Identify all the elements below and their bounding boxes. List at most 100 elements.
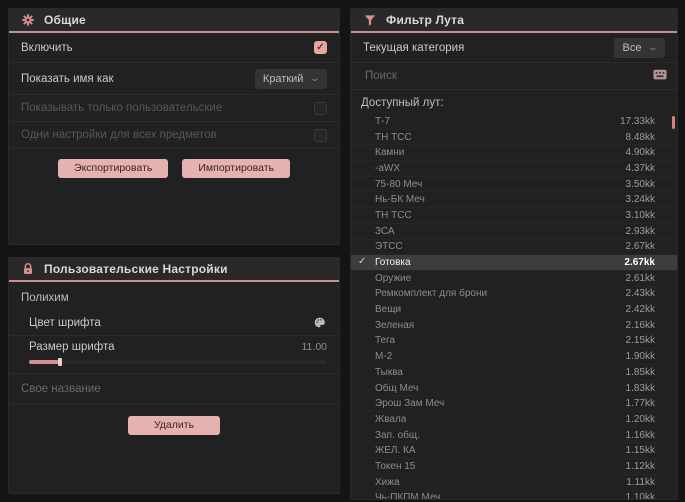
loot-item-name: М-2: [375, 351, 393, 363]
loot-list-item[interactable]: Т-7 17.33kk: [351, 114, 677, 130]
loot-list: Т-7 17.33kk ТН ТСС 8.48kk Камни 4.90kk -aWX 4.3…: [351, 114, 677, 500]
loot-item-name: Т-7: [375, 115, 390, 127]
delete-button[interactable]: Удалить: [127, 416, 221, 435]
loot-item-price: 1.12kk: [625, 460, 655, 472]
loot-item-price: 1.11kk: [626, 476, 655, 488]
search-input[interactable]: [365, 70, 653, 82]
font-size-value: 11.00: [301, 341, 328, 353]
custom-name-input[interactable]: [21, 382, 327, 395]
chevron-down-icon: ⌄: [309, 73, 321, 83]
font-color-row: Цвет шрифта: [9, 310, 339, 336]
loot-item-price: 3.10kk: [625, 209, 655, 221]
loot-item-price: 17.33kk: [619, 115, 655, 127]
loot-list-item[interactable]: ЗСА 2.93kk: [351, 224, 677, 240]
loot-filter-panel-title: Фильтр Лута: [386, 13, 465, 27]
loot-list-item[interactable]: Зеленая 2.16kk: [351, 318, 677, 334]
loot-list-item[interactable]: Зап. общ. 1.16kk: [351, 428, 677, 444]
loot-list-item[interactable]: Тега 2.15kk: [351, 334, 677, 350]
loot-filter-panel-header: Фильтр Лута: [351, 9, 677, 33]
loot-item-name: Оружие: [375, 272, 412, 284]
loot-item-name: Общ Меч: [375, 382, 419, 394]
loot-list-item[interactable]: М-2 1.90kk: [351, 349, 677, 365]
loot-item-name: ЭТСС: [375, 241, 403, 253]
same-settings-label: Одни настройки для всех предметов: [21, 129, 217, 141]
loot-list-item[interactable]: Вещи 2.42kk: [351, 302, 677, 318]
loot-list-item[interactable]: 75-80 Меч 3.50kk: [351, 177, 677, 193]
display-name-dropdown[interactable]: Краткий ⌄: [254, 68, 327, 89]
loot-list-item[interactable]: Чь-ПКПМ Меч 1.10kk: [351, 491, 677, 500]
keyboard-icon[interactable]: [653, 69, 667, 83]
slider-track: [29, 360, 327, 364]
user-settings-panel-title: Пользовательские Настройки: [44, 262, 228, 276]
loot-item-price: 2.43kk: [625, 288, 655, 300]
display-name-row: Показать имя как Краткий ⌄: [9, 63, 339, 95]
loot-item-price: 1.16kk: [625, 429, 655, 441]
loot-item-name: Токен 15: [375, 460, 416, 472]
loot-list-item[interactable]: ТН ТСС 3.10kk: [351, 208, 677, 224]
loot-item-name: ТН ТСС: [375, 131, 412, 143]
general-buttons-row: Экспортировать Импортировать: [9, 149, 339, 178]
category-dropdown[interactable]: Все ⌄: [614, 37, 665, 58]
lock-icon: [21, 262, 35, 276]
loot-list-item[interactable]: ЭТСС 2.67kk: [351, 240, 677, 256]
display-name-label: Показать имя как: [21, 72, 114, 85]
loot-item-price: 1.83kk: [625, 382, 655, 394]
selected-check-icon: ✓: [358, 256, 367, 268]
loot-item-price: 1.85kk: [625, 366, 655, 378]
loot-list-item[interactable]: Токен 15 1.12kk: [351, 459, 677, 475]
loot-list-item[interactable]: Оружие 2.61kk: [351, 271, 677, 287]
loot-list-item[interactable]: Хижа 1.11kk: [351, 475, 677, 491]
loot-item-name: Хижа: [375, 476, 400, 488]
palette-icon[interactable]: [313, 316, 327, 330]
loot-list-item[interactable]: ЖЕЛ. КА 1.15kk: [351, 443, 677, 460]
font-size-label: Размер шрифта: [29, 341, 115, 353]
font-size-slider[interactable]: [29, 358, 327, 366]
loot-item-name: ТН ТСС: [375, 209, 412, 221]
same-settings-checkbox[interactable]: [314, 128, 327, 142]
loot-list-item[interactable]: Эрош Зам Меч 1.77kk: [351, 396, 677, 413]
loot-item-price: 1.77kk: [625, 398, 655, 410]
loot-item-name: Ремкомплект для брони: [375, 288, 488, 300]
loot-list-item[interactable]: ТН ТСС 8.48kk: [351, 130, 677, 146]
slider-fill: [29, 360, 59, 364]
loot-list-item[interactable]: Жвала 1.20kk: [351, 412, 677, 428]
loot-filter-panel: Фильтр Лута Текущая категория Все ⌄ Дост…: [350, 8, 678, 500]
loot-item-price: 4.90kk: [625, 147, 655, 159]
loot-item-price: 2.61kk: [625, 272, 655, 284]
selected-item-name: Полихим: [21, 292, 69, 304]
loot-item-price: 2.42kk: [625, 304, 655, 316]
delete-button-wrap: Удалить: [9, 404, 339, 435]
available-loot-label: Доступный лут:: [361, 97, 444, 109]
loot-list-item[interactable]: Тыква 1.85kk: [351, 365, 677, 381]
font-color-label: Цвет шрифта: [29, 316, 101, 329]
loot-list-item[interactable]: ✓ Готовка 2.67kk: [351, 255, 677, 271]
category-row: Текущая категория Все ⌄: [351, 33, 677, 63]
only-custom-checkbox[interactable]: [314, 101, 327, 115]
loot-item-name: Тыква: [375, 366, 403, 378]
loot-list-item[interactable]: Камни 4.90kk: [351, 145, 677, 162]
enable-checkbox[interactable]: ✓: [314, 41, 327, 54]
loot-item-name: Тега: [375, 335, 396, 347]
export-button[interactable]: Экспортировать: [58, 159, 169, 178]
loot-item-price: 2.15kk: [625, 335, 655, 347]
loot-item-price: 3.24kk: [625, 194, 655, 206]
loot-list-item[interactable]: -aWX 4.37kk: [351, 161, 677, 177]
general-panel-header: Общие: [9, 9, 339, 33]
loot-item-price: 3.50kk: [625, 178, 655, 190]
slider-handle[interactable]: [58, 358, 62, 366]
loot-list-item[interactable]: Нь-БК Меч 3.24kk: [351, 192, 677, 209]
loot-item-price: 2.67kk: [624, 257, 655, 269]
funnel-icon: [363, 13, 377, 27]
loot-item-price: 8.48kk: [625, 131, 655, 143]
loot-item-name: Чь-ПКПМ Меч: [375, 492, 441, 500]
loot-item-name: Жвала: [375, 413, 407, 425]
category-label: Текущая категория: [363, 41, 465, 54]
loot-item-name: Вещи: [375, 304, 402, 316]
loot-item-price: 1.20kk: [625, 413, 655, 425]
custom-name-row: [9, 374, 339, 404]
loot-list-item[interactable]: Ремкомплект для брони 2.43kk: [351, 287, 677, 303]
loot-item-price: 4.37kk: [625, 162, 655, 174]
loot-list-item[interactable]: Общ Меч 1.83kk: [351, 381, 677, 397]
import-button[interactable]: Импортировать: [182, 159, 290, 178]
user-settings-panel: Пользовательские Настройки Полихим Цвет …: [8, 257, 340, 494]
